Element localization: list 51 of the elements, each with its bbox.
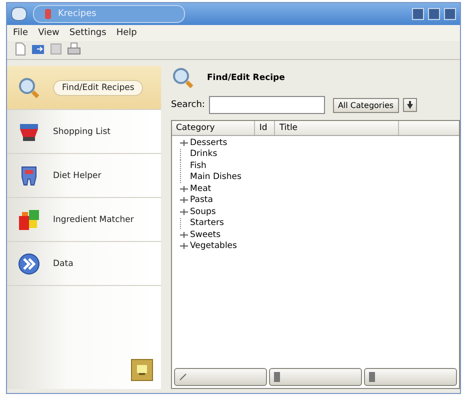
magnifier-icon bbox=[171, 66, 195, 90]
column-header[interactable]: Category bbox=[172, 121, 256, 135]
expand-icon[interactable] bbox=[180, 196, 188, 204]
toolbar-button[interactable] bbox=[364, 368, 457, 386]
tree-item[interactable]: Drinks bbox=[190, 149, 218, 160]
tree-item[interactable]: Meat bbox=[190, 184, 212, 194]
toolbar-button[interactable] bbox=[174, 368, 267, 386]
close-button[interactable] bbox=[444, 8, 456, 20]
sidebar-item[interactable]: Diet Helper bbox=[7, 154, 161, 198]
sidebar-item[interactable]: Data bbox=[7, 242, 161, 286]
tree-item[interactable]: Fish bbox=[190, 160, 206, 171]
puzzle-icon bbox=[17, 208, 41, 232]
tree-item[interactable]: Main Dishes bbox=[190, 172, 242, 182]
expand-icon[interactable] bbox=[180, 230, 188, 239]
expand-icon[interactable] bbox=[180, 208, 188, 216]
sidebar-item[interactable]: Ingredient Matcher bbox=[7, 198, 161, 242]
tree-item[interactable]: Pasta bbox=[190, 195, 213, 206]
tree-item[interactable]: Vegetables bbox=[190, 241, 237, 252]
search-field[interactable] bbox=[208, 96, 325, 114]
category-dropdown[interactable]: All Categories bbox=[332, 98, 399, 112]
toolbar-button[interactable] bbox=[269, 368, 362, 386]
minimize-button[interactable] bbox=[412, 8, 424, 20]
column-header[interactable]: Title bbox=[275, 121, 400, 135]
window-menu-button[interactable] bbox=[11, 7, 27, 21]
tree-item[interactable]: Sweets bbox=[190, 230, 221, 240]
app-icon bbox=[44, 9, 52, 19]
maximize-button[interactable] bbox=[428, 8, 440, 20]
menu-item[interactable]: View bbox=[38, 28, 60, 38]
bar-icon bbox=[274, 372, 280, 382]
print-icon[interactable] bbox=[67, 42, 81, 56]
tree-item[interactable]: Starters bbox=[190, 218, 224, 228]
pencil-icon bbox=[179, 373, 187, 381]
sidebar-item[interactable]: Find/Edit Recipes bbox=[7, 66, 161, 110]
expand-icon[interactable] bbox=[180, 138, 188, 147]
note-icon bbox=[136, 364, 148, 376]
tree-item[interactable]: Desserts bbox=[190, 138, 228, 148]
tree-item[interactable]: Soups bbox=[190, 206, 216, 217]
sidebar-item[interactable]: Shopping List bbox=[7, 110, 161, 154]
window-title: Krecipes bbox=[58, 9, 96, 19]
column-header[interactable]: Id bbox=[255, 121, 276, 135]
forward-icon bbox=[17, 252, 41, 276]
panel-title: Find/Edit Recipe bbox=[207, 73, 285, 83]
menu-item[interactable]: Settings bbox=[69, 28, 106, 38]
magnifier-icon bbox=[17, 76, 41, 100]
expand-icon[interactable] bbox=[180, 184, 188, 193]
note-button[interactable] bbox=[131, 359, 153, 381]
expand-icon[interactable] bbox=[180, 242, 188, 250]
menu-item[interactable]: Help bbox=[116, 28, 137, 38]
bar-icon bbox=[369, 372, 375, 382]
menu-item[interactable]: File bbox=[13, 28, 28, 38]
search-label: Search: bbox=[171, 100, 205, 110]
